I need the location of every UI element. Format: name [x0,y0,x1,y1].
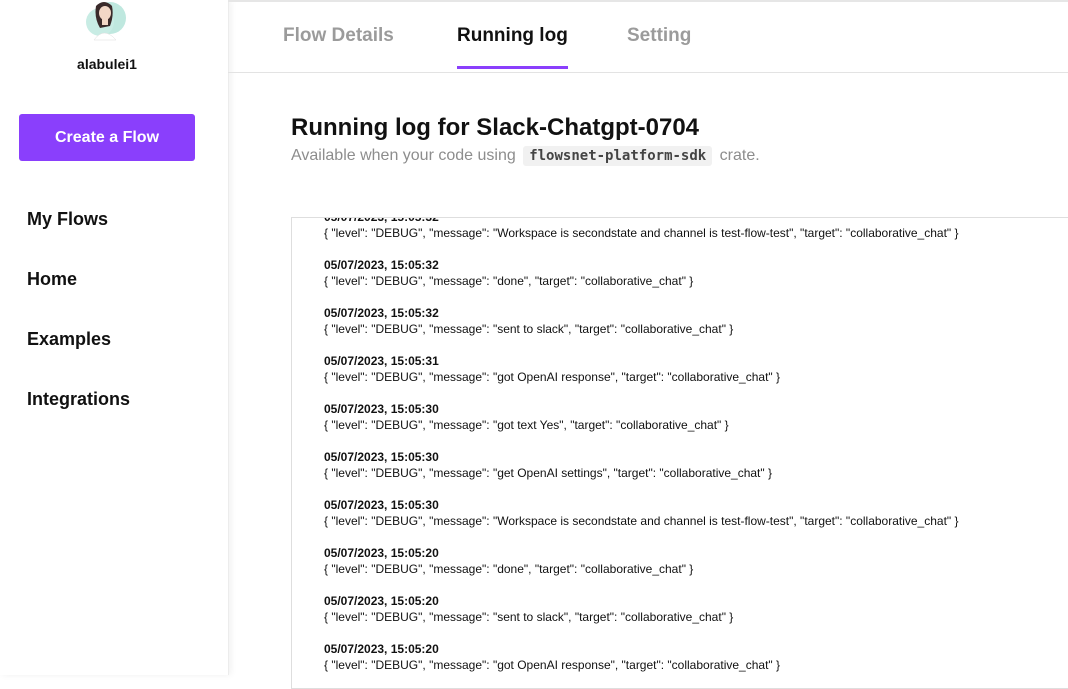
log-entry: 05/07/2023, 15:05:20 { "level": "DEBUG", … [324,593,1068,641]
log-message: { "level": "DEBUG", "message": "done", "… [324,562,694,576]
subtitle-prefix: Available when your code using [291,147,516,164]
log-entry: 05/07/2023, 15:05:32 { "level": "DEBUG", … [324,305,1068,353]
log-entry: 05/07/2023, 15:05:20 { "level": "DEBUG", … [324,641,1068,688]
log-entry: 05/07/2023, 15:05:30 { "level": "DEBUG", … [324,497,1068,545]
log-entry: 05/07/2023, 15:05:31 { "level": "DEBUG", … [324,353,1068,401]
log-entry: 05/07/2023, 15:05:30 { "level": "DEBUG", … [324,401,1068,449]
log-message: { "level": "DEBUG", "message": "got Open… [324,658,781,672]
log-message: { "level": "DEBUG", "message": "Workspac… [324,514,959,528]
log-message: { "level": "DEBUG", "message": "got text… [324,418,729,432]
log-entry: 05/07/2023, 15:05:32 { "level": "DEBUG", … [324,217,1068,257]
log-timestamp: 05/07/2023, 15:05:32 [324,258,439,272]
running-log-panel[interactable]: 05/07/2023, 15:05:32 { "level": "DEBUG", … [291,217,1068,689]
log-message: { "level": "DEBUG", "message": "get Open… [324,466,772,480]
log-entry: 05/07/2023, 15:05:32 { "level": "DEBUG", … [324,257,1068,305]
log-message: { "level": "DEBUG", "message": "sent to … [324,610,734,624]
log-message: { "level": "DEBUG", "message": "done", "… [324,274,694,288]
log-timestamp: 05/07/2023, 15:05:31 [324,354,439,368]
user-avatar[interactable] [82,0,130,42]
nav-item-examples[interactable]: Examples [27,329,111,350]
log-list: 05/07/2023, 15:05:32 { "level": "DEBUG", … [324,217,1068,688]
tab-running-log[interactable]: Running log [457,25,568,69]
log-timestamp: 05/07/2023, 15:05:32 [324,306,439,320]
log-message: { "level": "DEBUG", "message": "got Open… [324,370,781,384]
sidebar: alabulei1 Create a Flow My Flows Home Ex… [0,0,229,675]
nav-item-home[interactable]: Home [27,269,77,290]
log-timestamp: 05/07/2023, 15:05:20 [324,546,439,560]
page-subtitle: Available when your code using flowsnet-… [291,146,760,166]
tab-flow-details[interactable]: Flow Details [283,25,394,69]
page-title: Running log for Slack-Chatgpt-0704 [291,114,700,141]
tab-bar: Flow Details Running log Setting [228,0,1068,73]
log-timestamp: 05/07/2023, 15:05:30 [324,498,439,512]
log-message: { "level": "DEBUG", "message": "Workspac… [324,226,959,240]
nav-item-integrations[interactable]: Integrations [27,389,130,410]
nav-item-my-flows[interactable]: My Flows [27,209,108,230]
log-timestamp: 05/07/2023, 15:05:30 [324,402,439,416]
sdk-code-label: flowsnet-platform-sdk [523,146,713,166]
subtitle-suffix: crate. [719,147,760,164]
log-timestamp: 05/07/2023, 15:05:32 [324,217,439,224]
log-timestamp: 05/07/2023, 15:05:20 [324,642,439,656]
log-entry: 05/07/2023, 15:05:30 { "level": "DEBUG", … [324,449,1068,497]
log-timestamp: 05/07/2023, 15:05:30 [324,450,439,464]
log-entry: 05/07/2023, 15:05:20 { "level": "DEBUG", … [324,545,1068,593]
tab-setting[interactable]: Setting [627,25,691,69]
username: alabulei1 [77,56,137,72]
log-message: { "level": "DEBUG", "message": "sent to … [324,322,734,336]
log-timestamp: 05/07/2023, 15:05:20 [324,594,439,608]
create-flow-button[interactable]: Create a Flow [19,114,195,161]
